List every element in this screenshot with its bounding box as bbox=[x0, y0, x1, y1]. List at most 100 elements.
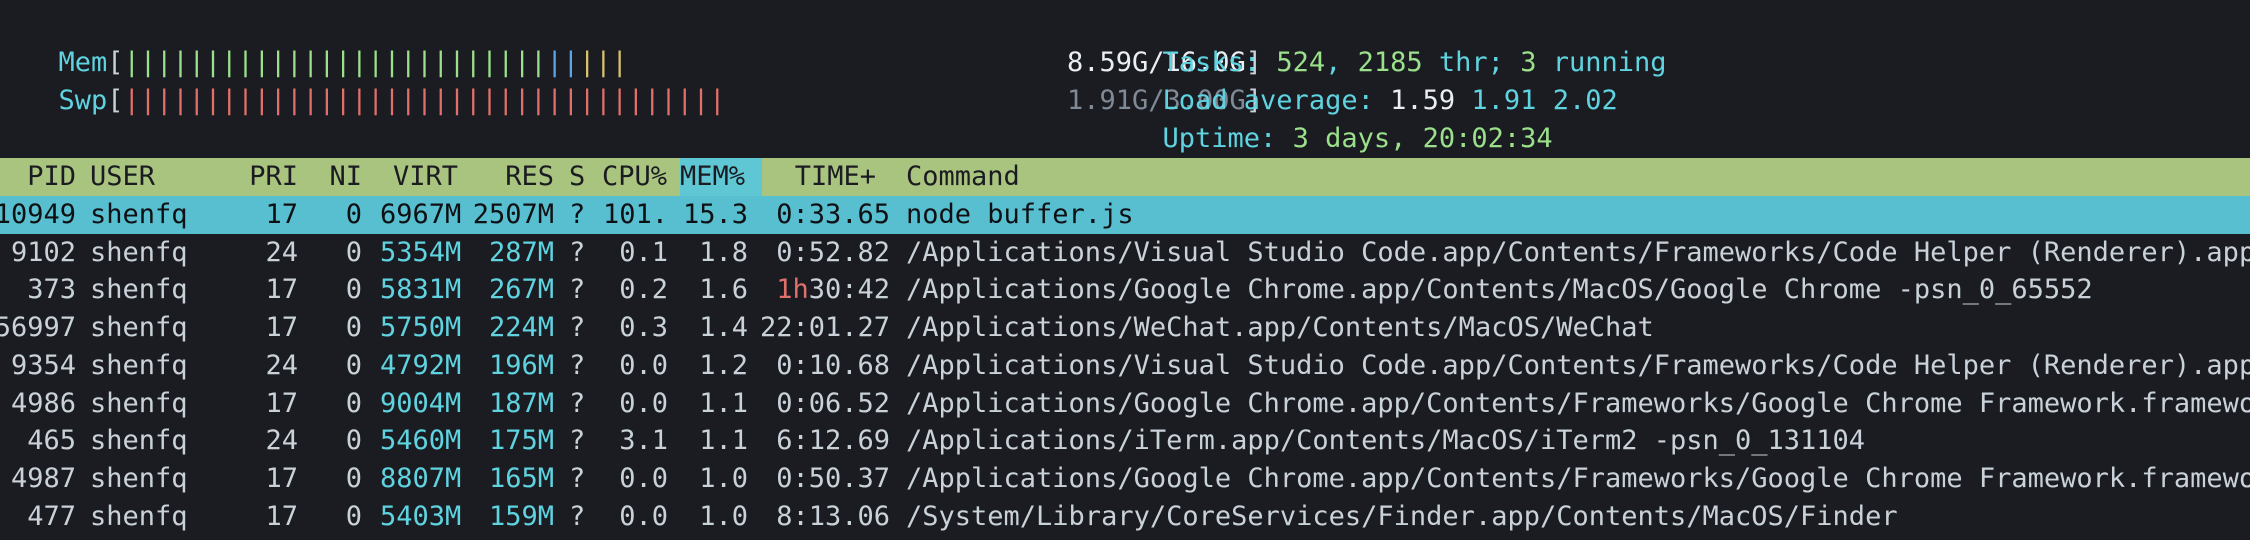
process-row[interactable]: 373 shenfq 17 0 5831M 267M? 0.2 1.6 1h30:42/Appl… bbox=[0, 271, 2250, 309]
column-pri[interactable]: PRI bbox=[240, 158, 298, 196]
res-cell: 267M bbox=[488, 274, 554, 306]
column-command[interactable]: Command bbox=[906, 158, 1020, 196]
virt-cell: 5831M bbox=[380, 274, 462, 306]
column-user[interactable]: USER bbox=[90, 158, 155, 196]
tasks-summary: Tasks: 524, 2185 thr; 3 running bbox=[1130, 6, 1667, 78]
user-cell: shenfq bbox=[90, 462, 188, 494]
time-cell: 0:10.68 bbox=[776, 349, 890, 381]
time-hours: 1h bbox=[776, 274, 809, 306]
bar-segment bbox=[986, 85, 1002, 116]
state-cell: ? bbox=[569, 349, 586, 381]
priority-cell: 17 bbox=[265, 199, 298, 230]
nice-cell: 0 bbox=[345, 462, 362, 494]
bar-segment: | bbox=[562, 85, 579, 116]
bar-segment: | bbox=[644, 85, 661, 116]
nice-cell: 0 bbox=[345, 387, 362, 419]
state-cell: ? bbox=[569, 387, 586, 419]
bar-segment bbox=[937, 85, 953, 116]
bar-segment: | bbox=[172, 85, 189, 116]
process-row[interactable]: 477 shenfq 17 0 5403M 159M? 0.0 1.0 8:13.06/Syst… bbox=[0, 498, 2250, 536]
mem-percent-cell: 1.6 bbox=[699, 274, 748, 306]
column-mem-sorted[interactable]: MEM% bbox=[680, 158, 762, 196]
user-cell: shenfq bbox=[90, 274, 188, 306]
virt-cell: 6967M bbox=[380, 199, 462, 230]
column-res[interactable]: RES bbox=[470, 158, 554, 196]
mem-percent-cell: 1.0 bbox=[699, 500, 748, 532]
user-cell: shenfq bbox=[90, 387, 188, 419]
user-cell: shenfq bbox=[90, 236, 188, 268]
bar-segment: | bbox=[286, 85, 303, 116]
bar-segment bbox=[742, 85, 758, 116]
command-cell: /Applications/Visual Studio Code.app/Con… bbox=[906, 349, 2250, 381]
command-cell: /Applications/Visual Studio Code.app/Con… bbox=[906, 236, 2250, 268]
user-cell: shenfq bbox=[90, 425, 188, 457]
process-table-header: PID USER PRI NI VIRT RES S CPU% MEM% TIM… bbox=[0, 158, 2250, 196]
bar-segment: | bbox=[383, 85, 401, 116]
virt-cell: 9004M bbox=[380, 387, 462, 419]
process-row[interactable]: 4987 shenfq 17 0 8807M 165M? 0.0 1.0 0:50.37/App… bbox=[0, 460, 2250, 498]
time-cell: 0:52.82 bbox=[776, 236, 890, 268]
bar-segment: | bbox=[253, 85, 270, 116]
bar-segment: | bbox=[139, 85, 157, 116]
column-state[interactable]: S bbox=[569, 158, 585, 196]
state-cell: ? bbox=[569, 312, 586, 344]
command-cell: /Applications/Google Chrome.app/Contents… bbox=[906, 462, 2250, 494]
uptime-label: Uptime: bbox=[1162, 123, 1293, 154]
nice-cell: 0 bbox=[345, 425, 362, 457]
bar-segment: | bbox=[432, 85, 449, 116]
column-cpu[interactable]: CPU% bbox=[602, 158, 667, 196]
mem-percent-cell: 15.3 bbox=[682, 199, 748, 230]
time-cell: 22:01.27 bbox=[760, 312, 891, 344]
process-row[interactable]: 465 shenfq 24 0 5460M 175M? 3.1 1.1 6:12.69/Appl… bbox=[0, 422, 2250, 460]
mem-percent-cell: 1.1 bbox=[699, 425, 748, 457]
pid-cell: 10949 bbox=[0, 199, 76, 230]
process-row[interactable]: 9354 shenfq 24 0 4792M 196M? 0.0 1.2 0:10.68/App… bbox=[0, 347, 2250, 385]
nice-cell: 0 bbox=[345, 274, 362, 306]
bar-segment bbox=[725, 85, 741, 116]
priority-cell: 24 bbox=[265, 425, 298, 457]
bar-segment: | bbox=[676, 85, 693, 116]
bar-segment bbox=[1018, 85, 1034, 116]
bar-segment: | bbox=[318, 85, 336, 116]
bar-segment bbox=[856, 85, 872, 116]
bar-segment: | bbox=[595, 85, 612, 116]
process-row-selected[interactable]: 10949 shenfq 17 0 6967M 2507M? 101. 15.3 0:33.65… bbox=[0, 196, 2250, 234]
swap-usage-bar: ||||||||||||||||||||||||||||||||||||| bbox=[124, 82, 1067, 120]
bar-segment: | bbox=[627, 85, 645, 116]
virt-cell: 8807M bbox=[380, 462, 462, 494]
mem-percent-cell: 1.1 bbox=[699, 387, 748, 419]
command-cell: /Applications/iTerm.app/Contents/MacOS/i… bbox=[906, 425, 1866, 457]
time-cell: 6:12.69 bbox=[776, 425, 890, 457]
nice-cell: 0 bbox=[345, 199, 362, 230]
bar-segment: | bbox=[188, 85, 205, 116]
mem-percent-cell: 1.8 bbox=[699, 236, 748, 268]
bar-segment bbox=[904, 85, 920, 116]
bar-segment: | bbox=[269, 85, 287, 116]
process-row[interactable]: 9102 shenfq 24 0 5354M 287M? 0.1 1.8 0:52.82/App… bbox=[0, 234, 2250, 272]
priority-cell: 17 bbox=[265, 274, 298, 306]
priority-cell: 24 bbox=[265, 236, 298, 268]
column-ni[interactable]: NI bbox=[320, 158, 362, 196]
bar-segment bbox=[774, 85, 790, 116]
state-cell: ? bbox=[569, 425, 586, 457]
process-row[interactable]: 4986 shenfq 17 0 9004M 187M? 0.0 1.1 0:06.52/App… bbox=[0, 385, 2250, 423]
nice-cell: 0 bbox=[345, 349, 362, 381]
swap-meter-label: Swp bbox=[58, 85, 108, 116]
bar-segment: | bbox=[448, 85, 466, 116]
process-row[interactable]: 56997 shenfq 17 0 5750M 224M? 0.3 1.4 22:01.27/A… bbox=[0, 309, 2250, 347]
cpu-cell: 0.3 bbox=[619, 312, 668, 344]
pid-cell: 373 bbox=[27, 274, 76, 306]
column-time[interactable]: TIME+ bbox=[780, 158, 876, 196]
column-virt[interactable]: VIRT bbox=[380, 158, 458, 196]
res-cell: 165M bbox=[488, 462, 554, 494]
column-pid[interactable]: PID bbox=[20, 158, 76, 196]
bar-segment bbox=[921, 85, 937, 116]
priority-cell: 17 bbox=[265, 462, 298, 494]
bar-segment: | bbox=[530, 85, 547, 116]
cpu-cell: 0.1 bbox=[619, 236, 668, 268]
bar-segment bbox=[758, 85, 774, 116]
mem-percent-cell: 1.2 bbox=[699, 349, 748, 381]
bar-segment bbox=[953, 85, 969, 116]
res-cell: 224M bbox=[488, 312, 554, 344]
time-cell: 0:50.37 bbox=[776, 462, 890, 494]
